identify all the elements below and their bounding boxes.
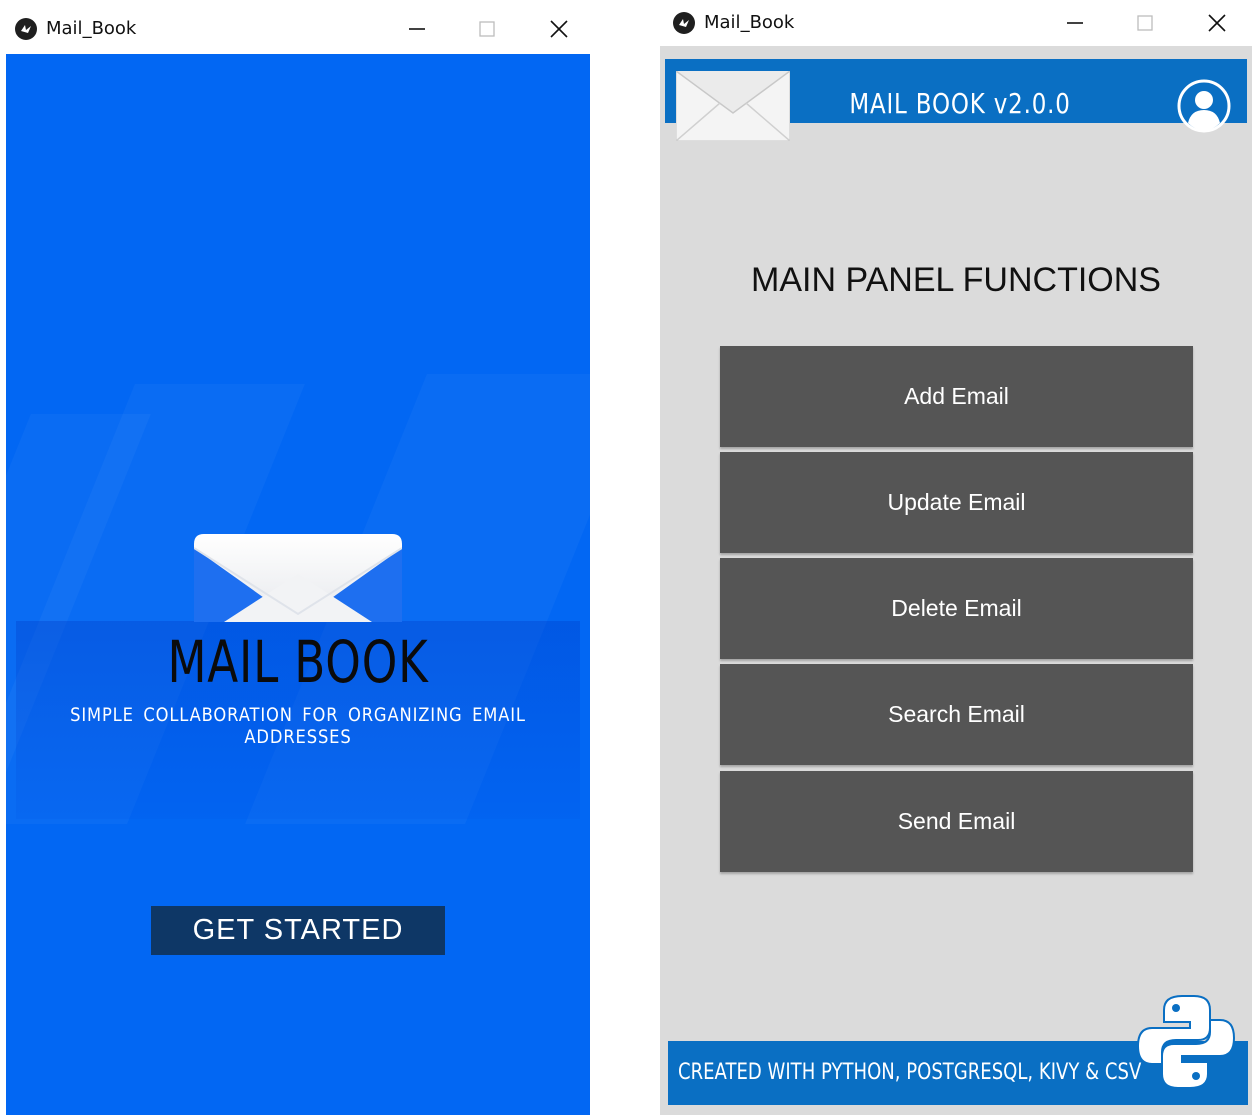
- delete-email-button[interactable]: Delete Email: [720, 558, 1193, 659]
- add-email-button[interactable]: Add Email: [720, 346, 1193, 447]
- footer-credits: CREATED WITH PYTHON, POSTGRESQL, KIVY & …: [678, 1060, 1142, 1085]
- kivy-app-icon: [673, 12, 695, 34]
- send-email-button[interactable]: Send Email: [720, 771, 1193, 872]
- get-started-button[interactable]: GET STARTED: [151, 906, 445, 955]
- title-bar[interactable]: Mail_Book: [0, 0, 596, 48]
- window-title: Mail_Book: [704, 12, 795, 33]
- user-icon[interactable]: [1177, 79, 1231, 133]
- splash-subtitle: SIMPLE COLLABORATION FOR ORGANIZING EMAI…: [70, 704, 526, 748]
- python-logo-icon: [1136, 995, 1236, 1089]
- main-panel-window: Mail_Book MAIL BOOK v2.0.0 MAIN PANEL FU…: [660, 0, 1252, 1115]
- title-bar[interactable]: Mail_Book: [660, 0, 1252, 46]
- maximize-icon[interactable]: [1130, 8, 1160, 38]
- update-email-button[interactable]: Update Email: [720, 452, 1193, 553]
- minimize-icon[interactable]: [402, 14, 432, 44]
- kivy-app-icon: [15, 18, 37, 40]
- window-title: Mail_Book: [46, 18, 137, 39]
- minimize-icon[interactable]: [1060, 8, 1090, 38]
- splash-window: Mail_Book MAIL BOOK SIMPLE COLLABORATION…: [0, 0, 596, 1115]
- main-panel: MAIL BOOK v2.0.0 MAIN PANEL FUNCTIONS Ad…: [660, 46, 1252, 1115]
- header-title: MAIL BOOK v2.0.0: [849, 87, 1071, 120]
- close-icon[interactable]: [1202, 8, 1232, 38]
- envelope-icon: [194, 534, 402, 622]
- splash-title: MAIL BOOK: [167, 628, 429, 696]
- close-icon[interactable]: [544, 14, 574, 44]
- panel-heading: MAIN PANEL FUNCTIONS: [751, 261, 1161, 299]
- maximize-icon[interactable]: [472, 14, 502, 44]
- envelope-icon: [676, 71, 790, 141]
- search-email-button[interactable]: Search Email: [720, 664, 1193, 765]
- splash-screen: MAIL BOOK SIMPLE COLLABORATION FOR ORGAN…: [6, 54, 590, 1115]
